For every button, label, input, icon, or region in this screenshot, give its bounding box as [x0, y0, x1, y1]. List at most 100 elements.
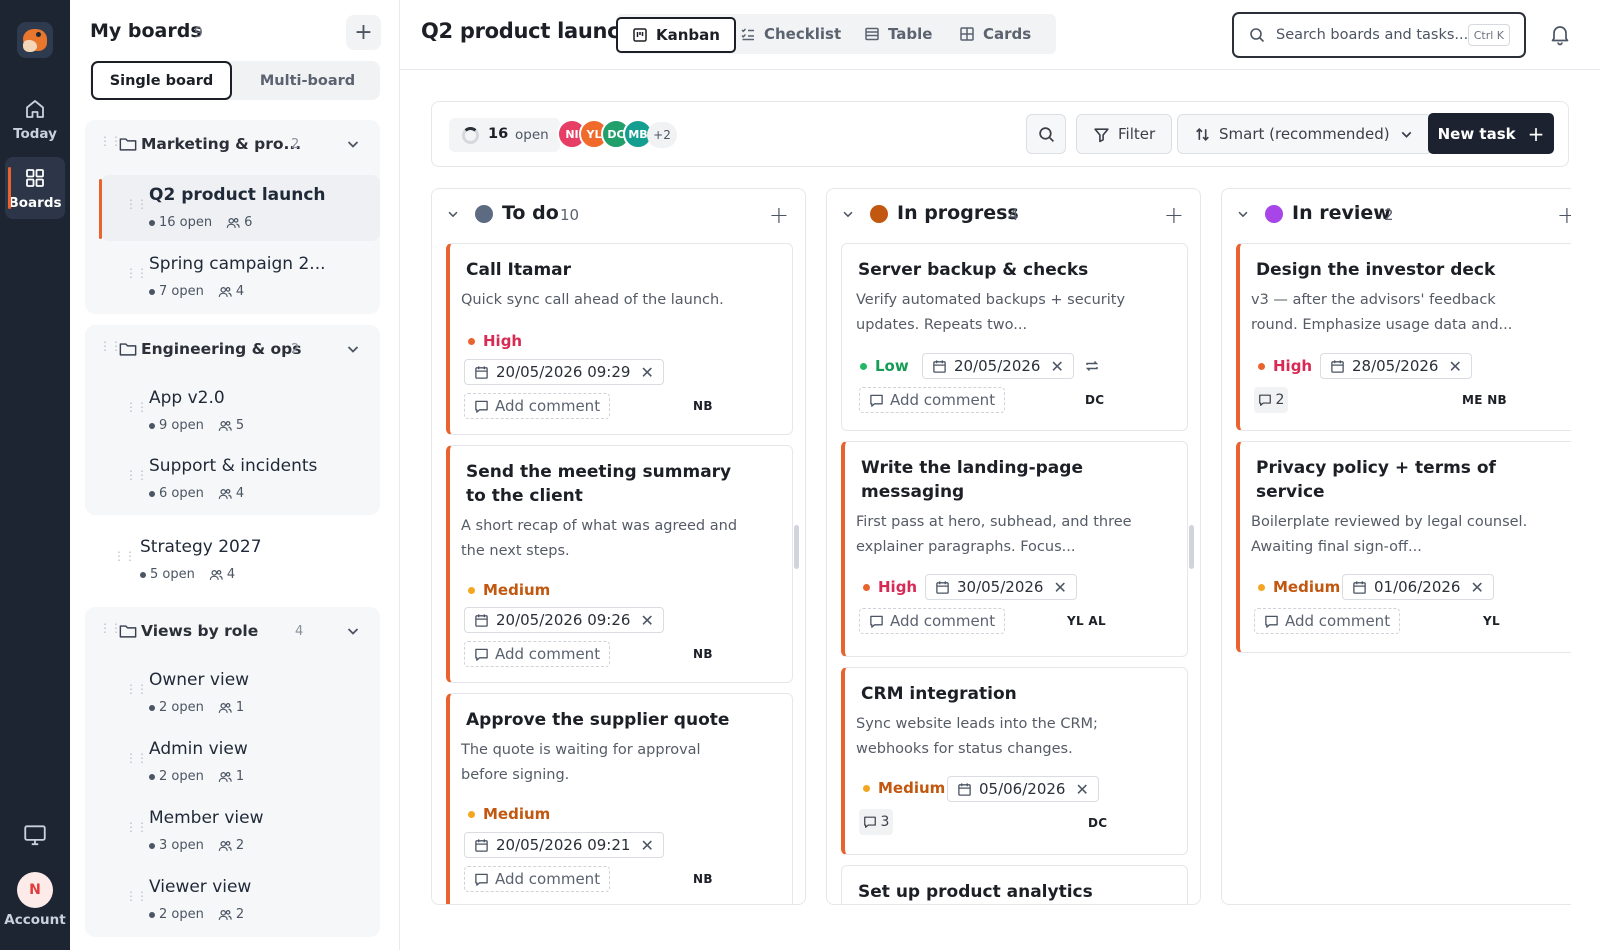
tab-table[interactable]: Table	[864, 14, 932, 54]
column-scrollbar[interactable]	[1189, 525, 1194, 569]
board-meta: 16 open 6	[149, 215, 252, 230]
new-task-button[interactable]: New task +	[1428, 113, 1554, 154]
task-card[interactable]: Approve the supplier quote The quote is …	[446, 693, 793, 904]
board-item-app-v2[interactable]: ⋮⋮ App v2.0 9 open 5	[101, 378, 380, 444]
drag-handle-icon[interactable]: ⋮⋮	[125, 267, 148, 279]
due-date-chip[interactable]: 20/05/2026 09:21 ✕	[464, 832, 664, 858]
add-comment-button[interactable]: Add comment	[464, 393, 611, 419]
filter-button[interactable]: Filter	[1076, 114, 1173, 154]
tab-checklist[interactable]: Checklist	[740, 14, 841, 54]
close-icon[interactable]: ✕	[1075, 780, 1088, 799]
task-card[interactable]: CRM integration Sync website leads into …	[841, 667, 1188, 855]
priority-badge[interactable]: Medium	[468, 581, 550, 599]
group-header[interactable]: ⋮⋮ Views by role 4	[85, 607, 380, 657]
column-scrollbar[interactable]	[794, 525, 799, 569]
toolbar-search-button[interactable]	[1026, 114, 1066, 154]
chevron-down-icon[interactable]	[1236, 207, 1250, 221]
chevron-down-icon[interactable]	[446, 207, 460, 221]
add-card-button[interactable]: +	[1557, 201, 1571, 229]
drag-handle-icon[interactable]: ⋮⋮	[125, 890, 148, 902]
tab-kanban[interactable]: Kanban	[616, 17, 736, 53]
board-item-admin-view[interactable]: ⋮⋮ Admin view 2 open 1	[101, 729, 380, 795]
tab-cards[interactable]: Cards	[959, 14, 1031, 54]
priority-badge[interactable]: High	[1258, 357, 1312, 375]
rail-item-boards[interactable]: Boards	[5, 157, 65, 219]
multi-board-button[interactable]: Multi-board	[237, 61, 378, 100]
add-comment-button[interactable]: Add comment	[1254, 608, 1401, 634]
group-header[interactable]: ⋮⋮ Engineering & ops 2	[85, 325, 380, 375]
priority-badge[interactable]: High	[468, 332, 522, 350]
add-card-button[interactable]: +	[769, 201, 789, 229]
board-item-strategy-2027[interactable]: ⋮⋮ Strategy 2027 5 open 4	[85, 527, 380, 593]
board-item-member-view[interactable]: ⋮⋮ Member view 3 open 2	[101, 798, 380, 864]
add-comment-button[interactable]: Add comment	[464, 866, 611, 892]
search-input[interactable]: Search boards and tasks... Ctrl K	[1232, 12, 1526, 58]
close-icon[interactable]: ✕	[640, 836, 653, 855]
drag-handle-icon[interactable]: ⋮⋮	[125, 198, 148, 210]
drag-handle-icon[interactable]: ⋮⋮	[99, 622, 122, 634]
chevron-down-icon[interactable]	[841, 207, 855, 221]
rail-item-today[interactable]: Today	[5, 88, 65, 150]
task-card[interactable]: Server backup & checks Verify automated …	[841, 243, 1188, 431]
drag-handle-icon[interactable]: ⋮⋮	[113, 550, 136, 562]
drag-handle-icon[interactable]: ⋮⋮	[125, 401, 148, 413]
drag-handle-icon[interactable]: ⋮⋮	[99, 340, 122, 352]
drag-handle-icon[interactable]: ⋮⋮	[99, 135, 122, 147]
due-date-chip[interactable]: 20/05/2026 09:26 ✕	[464, 607, 664, 633]
add-comment-button[interactable]: Add comment	[859, 608, 1006, 634]
more-members-badge[interactable]: +2	[647, 122, 677, 148]
board-item-support-incidents[interactable]: ⋮⋮ Support & incidents 6 open 4	[101, 446, 380, 512]
account-label[interactable]: Account	[0, 912, 70, 928]
due-date-chip[interactable]: 30/05/2026 ✕	[925, 574, 1077, 600]
board-item-owner-view[interactable]: ⋮⋮ Owner view 2 open 1	[101, 660, 380, 726]
due-date-chip[interactable]: 05/06/2026 ✕	[947, 776, 1099, 802]
add-comment-button[interactable]: Add comment	[464, 641, 611, 667]
account-avatar[interactable]: N	[17, 872, 53, 908]
close-icon[interactable]: ✕	[1050, 357, 1063, 376]
chevron-down-icon[interactable]	[345, 623, 361, 639]
add-board-button[interactable]: +	[346, 15, 381, 50]
due-date-chip[interactable]: 20/05/2026 09:29 ✕	[464, 359, 664, 385]
due-date-chip[interactable]: 20/05/2026 ✕	[922, 353, 1074, 379]
close-icon[interactable]: ✕	[1053, 578, 1066, 597]
single-board-button[interactable]: Single board	[91, 61, 232, 100]
board-item-q2-product-launch[interactable]: ⋮⋮ Q2 product launch 16 open 6	[99, 175, 380, 241]
chevron-down-icon[interactable]	[345, 136, 361, 152]
close-icon[interactable]: ✕	[1448, 357, 1461, 376]
board-item-viewer-view[interactable]: ⋮⋮ Viewer view 2 open 2	[101, 867, 380, 933]
sort-dropdown[interactable]: Smart (recommended)	[1177, 114, 1432, 154]
task-card[interactable]: Privacy policy + terms of service Boiler…	[1236, 441, 1571, 653]
status-dot-icon	[475, 205, 493, 223]
comment-count[interactable]: 2	[1254, 387, 1288, 413]
drag-handle-icon[interactable]: ⋮⋮	[125, 683, 148, 695]
group-header[interactable]: ⋮⋮ Marketing & pro... 2	[85, 120, 380, 170]
priority-badge[interactable]: Medium	[1258, 578, 1340, 596]
drag-handle-icon[interactable]: ⋮⋮	[125, 821, 148, 833]
add-card-button[interactable]: +	[1164, 201, 1184, 229]
close-icon[interactable]: ✕	[1470, 578, 1483, 597]
task-card[interactable]: Call Itamar Quick sync call ahead of the…	[446, 243, 793, 435]
task-card[interactable]: Set up product analytics	[841, 865, 1188, 904]
due-date-chip[interactable]: 28/05/2026 ✕	[1320, 353, 1472, 379]
assignee-initials: NB	[693, 399, 713, 413]
priority-badge[interactable]: High	[863, 578, 917, 596]
close-icon[interactable]: ✕	[640, 363, 653, 382]
drag-handle-icon[interactable]: ⋮⋮	[125, 752, 148, 764]
task-card[interactable]: Write the landing-page messaging First p…	[841, 441, 1188, 657]
priority-badge[interactable]: Medium	[468, 805, 550, 823]
monitor-icon[interactable]	[22, 822, 48, 848]
task-card[interactable]: Send the meeting summary to the client A…	[446, 445, 793, 683]
bell-icon[interactable]	[1548, 22, 1572, 46]
add-comment-button[interactable]: Add comment	[859, 387, 1006, 413]
task-card[interactable]: Design the investor deck v3 — after the …	[1236, 243, 1571, 431]
priority-badge[interactable]: Low	[860, 357, 909, 375]
comment-count[interactable]: 3	[859, 809, 893, 835]
app-logo[interactable]	[17, 22, 53, 58]
open-tasks-chip[interactable]: 16 open	[449, 118, 560, 152]
chevron-down-icon[interactable]	[345, 341, 361, 357]
drag-handle-icon[interactable]: ⋮⋮	[125, 469, 148, 481]
board-item-spring-campaign[interactable]: ⋮⋮ Spring campaign 2... 7 open 4	[101, 244, 380, 310]
due-date-chip[interactable]: 01/06/2026 ✕	[1342, 574, 1494, 600]
priority-badge[interactable]: Medium	[863, 779, 945, 797]
close-icon[interactable]: ✕	[640, 611, 653, 630]
